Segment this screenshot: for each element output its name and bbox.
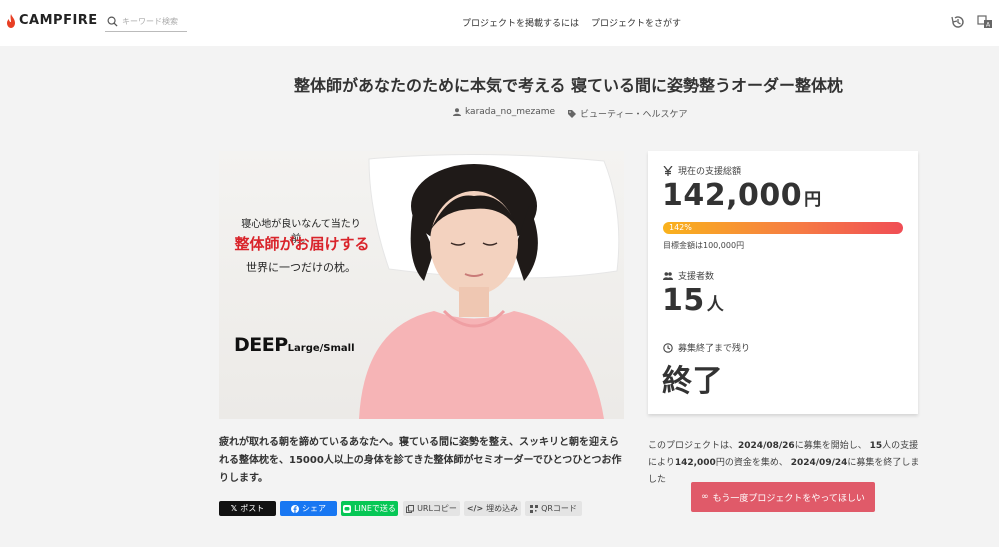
brand-main: DEEP [234, 334, 288, 356]
search-input[interactable] [122, 17, 186, 26]
total-label: 現在の支援総額 [678, 167, 742, 177]
nav-find-project[interactable]: プロジェクトをさがす [591, 16, 681, 29]
project-main-image: 寝心地が良いなんて当たり前。 整体師がお届けする 世界に一つだけの枕。 DEEP… [219, 151, 624, 419]
summary-text: に募集を開始し、 [794, 441, 867, 451]
project-title: 整体師があなたのために本気で考える 寝ている間に姿勢整うオーダー整体枕 [293, 76, 844, 95]
total-value: 142,000 [662, 178, 803, 213]
infinity-icon: ∞ [701, 492, 709, 502]
remaining-value: 終了 [662, 364, 723, 399]
search-box[interactable] [105, 12, 187, 32]
supporters-value: 15 [662, 283, 705, 318]
funding-stats-card: 現在の支援総額 142,000 円 142% 目標金額は100,000円 支援者数… [648, 151, 918, 414]
campfire-logo[interactable]: CAMPFIRE [6, 13, 98, 28]
supporters-unit: 人 [706, 295, 725, 315]
share-x-button[interactable]: 𝕏 ポスト [219, 501, 276, 516]
users-icon [663, 271, 673, 280]
summary-text: このプロジェクトは、 [648, 441, 739, 451]
brand-sub: Large/Small [287, 343, 355, 354]
owner-name: karada_no_mezame [465, 107, 556, 117]
summary-supporters: 15 [869, 441, 883, 451]
embed-button[interactable]: </> 埋め込み [464, 501, 521, 516]
category-name: ビューティー・ヘルスケア [580, 110, 688, 120]
clock-icon [663, 342, 673, 353]
total-label-row: 現在の支援総額 [663, 164, 741, 177]
sleeping-woman-illustration [359, 153, 620, 419]
tag-icon [568, 109, 576, 118]
share-x-label: ポスト [240, 504, 265, 513]
history-icon[interactable] [950, 14, 966, 30]
request-again-button[interactable]: ∞ もう一度プロジェクトをやってほしい [691, 482, 875, 512]
copy-url-button[interactable]: URLコピー [403, 501, 460, 516]
qr-code-button[interactable]: QRコード [525, 501, 582, 516]
project-category[interactable]: ビューティー・ヘルスケア [568, 107, 687, 120]
request-again-label: もう一度プロジェクトをやってほしい [712, 493, 865, 504]
summary-end-date: 2024/09/24 [790, 458, 848, 468]
summary-amount: 142,000 [674, 458, 716, 468]
remaining-label: 募集終了まで残り [678, 344, 751, 354]
supporters-label: 支援者数 [678, 272, 715, 282]
yen-icon [663, 165, 673, 176]
progress-bar: 142% [663, 222, 903, 234]
share-line-button[interactable]: LINEで送る [341, 501, 398, 516]
user-icon [453, 108, 461, 116]
project-owner[interactable]: karada_no_mezame [453, 107, 555, 117]
embed-label: 埋め込み [486, 504, 519, 513]
project-description: 疲れが取れる朝を諦めているあなたへ。寝ている間に姿勢を整え、スッキリと朝を迎えら… [219, 437, 622, 484]
copy-url-label: URLコピー [417, 504, 457, 513]
facebook-icon [291, 504, 299, 513]
qr-icon [530, 504, 539, 513]
remaining-label-row: 募集終了まで残り [663, 341, 750, 354]
hero-copy-line3: 世界に一つだけの枕。 [246, 261, 356, 274]
summary-text: 円の資金を集め、 [715, 458, 788, 468]
x-icon: 𝕏 [230, 504, 238, 513]
copy-icon [406, 504, 415, 513]
site-header: CAMPFIRE プロジェクトを掲載するには プロジェクトをさがす A [0, 0, 999, 46]
hero-brand: DEEPLarge/Small [234, 334, 355, 356]
flame-icon [7, 13, 15, 28]
progress-text: 142% [669, 223, 692, 232]
supporters-label-row: 支援者数 [663, 269, 714, 282]
total-unit: 円 [804, 190, 822, 210]
share-facebook-button[interactable]: シェア [280, 501, 337, 516]
translate-icon[interactable]: A [977, 14, 993, 30]
share-facebook-label: シェア [302, 504, 326, 513]
line-icon [343, 504, 352, 513]
nav-post-project[interactable]: プロジェクトを掲載するには [462, 16, 579, 29]
supporters-count: 15 人 [662, 283, 724, 318]
total-amount: 142,000 円 [662, 178, 822, 213]
summary-start-date: 2024/08/26 [738, 441, 795, 451]
code-icon: </> [466, 504, 484, 513]
goal-amount: 目標金額は100,000円 [663, 241, 745, 250]
hero-copy-line2: 整体師がお届けする [234, 235, 370, 253]
share-line-label: LINEで送る [354, 504, 396, 513]
qr-code-label: QRコード [541, 504, 577, 513]
logo-text: CAMPFIRE [19, 13, 98, 28]
search-icon [107, 16, 118, 27]
